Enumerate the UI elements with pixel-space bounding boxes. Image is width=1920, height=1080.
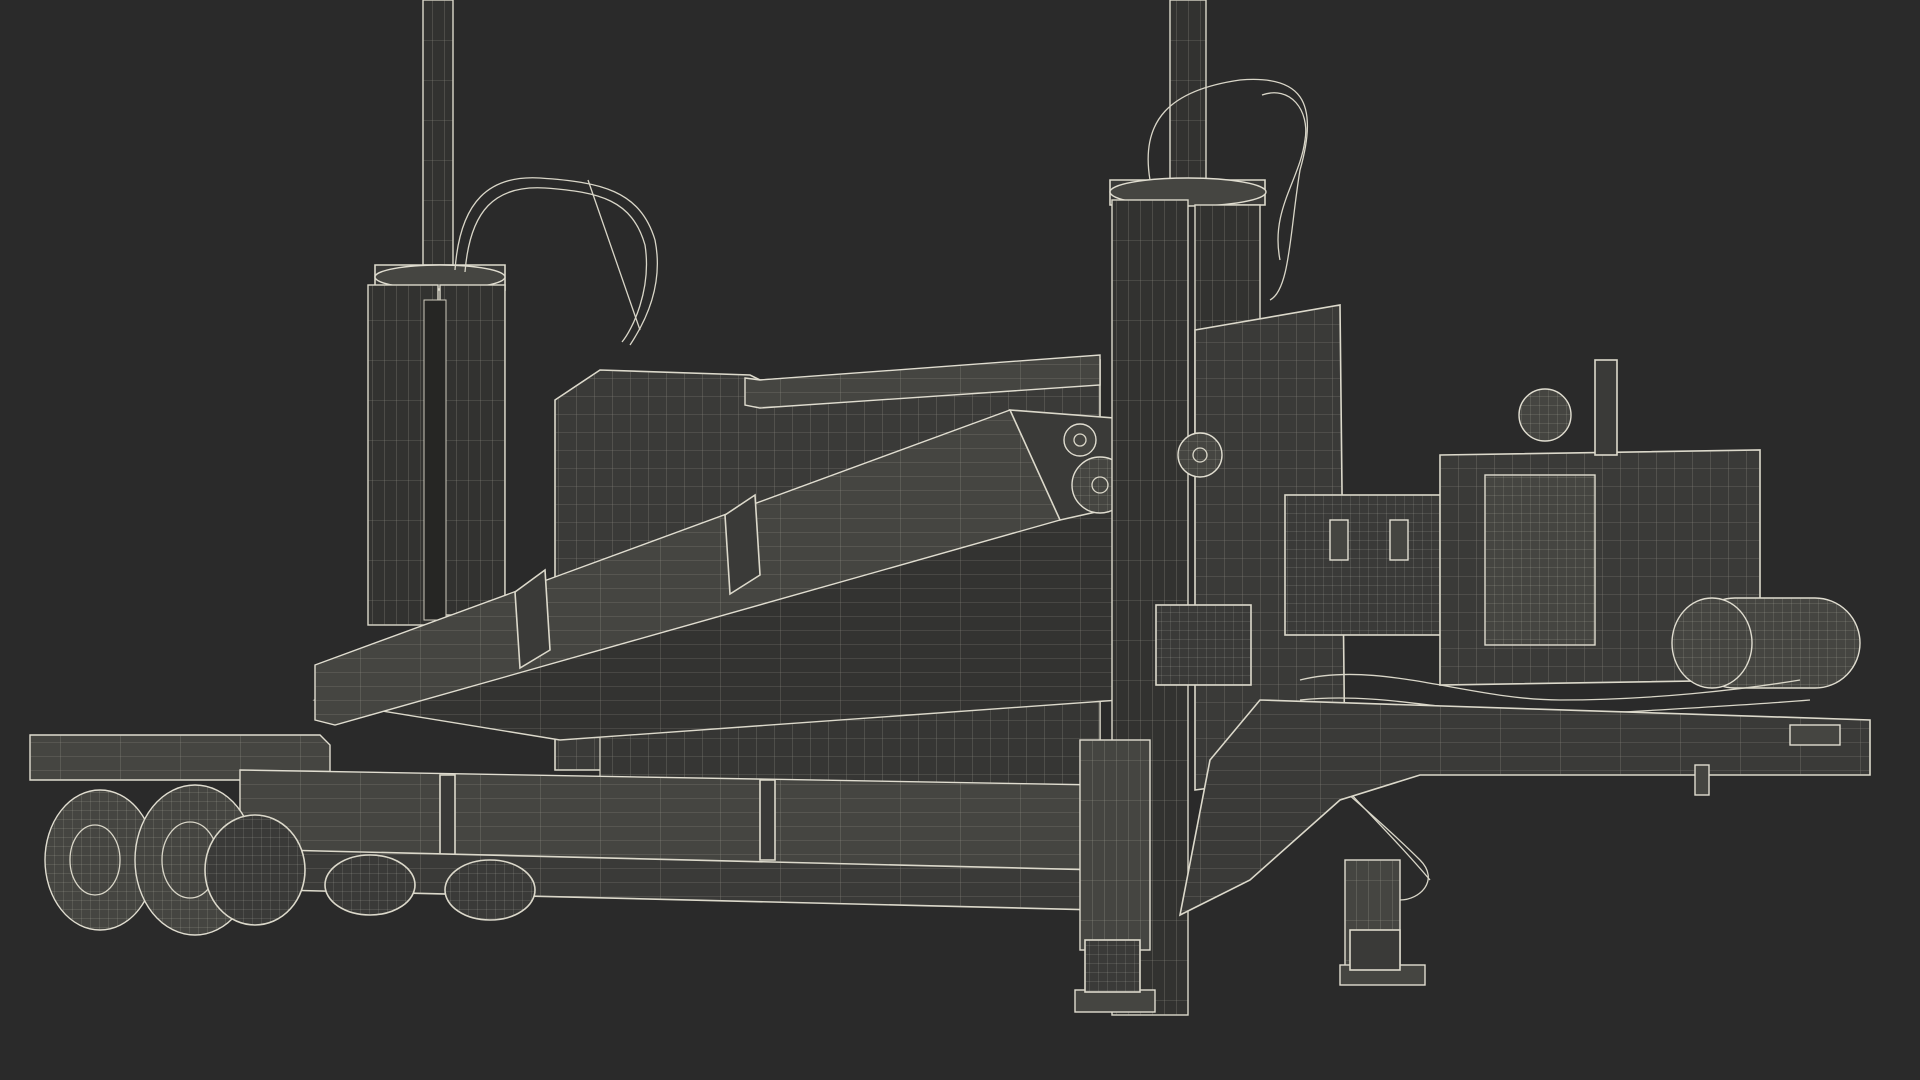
render-viewport — [0, 0, 1920, 1080]
power-unit — [1259, 359, 1861, 901]
wireframe-model — [29, 0, 1871, 1016]
gooseneck — [1178, 699, 1871, 917]
